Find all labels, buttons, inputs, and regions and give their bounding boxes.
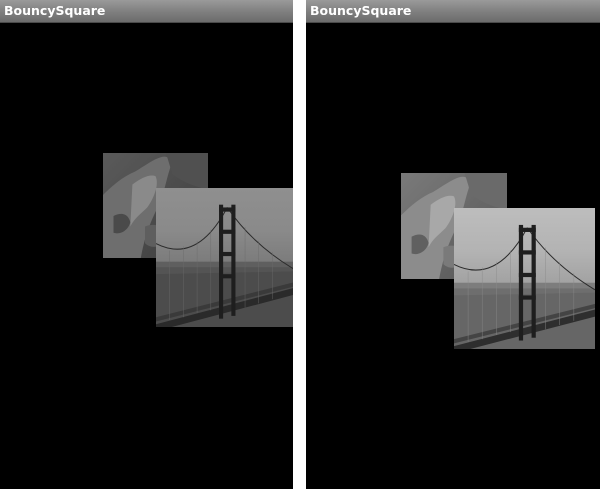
phone-screen-right: BouncySquare <box>306 0 600 489</box>
canvas-area <box>306 23 600 489</box>
golden-gate-bridge-photo <box>156 188 293 327</box>
comparison-stage: BouncySquare BouncySquare <box>0 0 600 489</box>
app-title: BouncySquare <box>310 3 412 18</box>
app-title: BouncySquare <box>4 3 106 18</box>
canvas-area <box>0 23 293 489</box>
title-bar: BouncySquare <box>0 0 293 23</box>
title-bar: BouncySquare <box>306 0 600 23</box>
phone-screen-left: BouncySquare <box>0 0 293 489</box>
golden-gate-bridge-photo <box>454 208 595 349</box>
